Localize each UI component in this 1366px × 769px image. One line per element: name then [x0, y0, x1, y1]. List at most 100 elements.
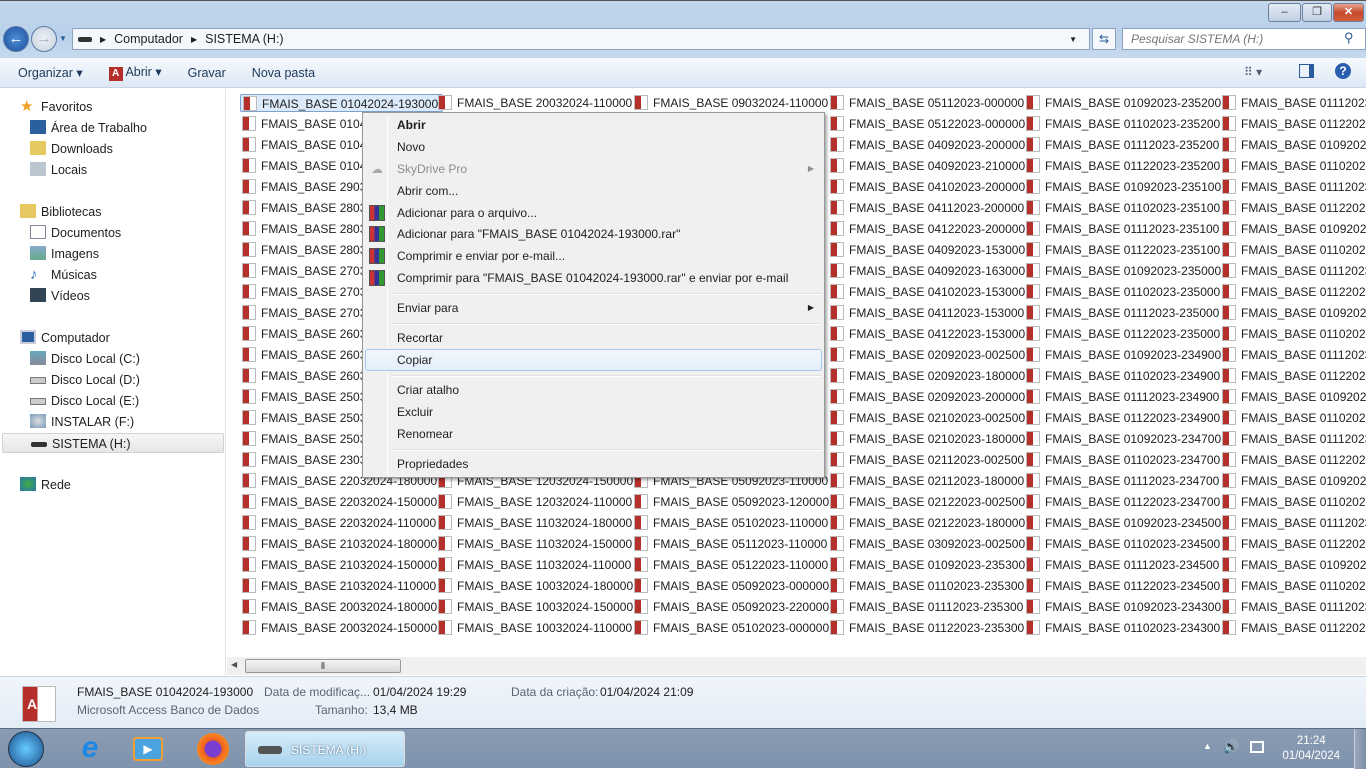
- sidebar-item-recent[interactable]: Locais: [30, 160, 87, 180]
- sidebar-item-drive-e[interactable]: Disco Local (E:): [30, 391, 139, 411]
- address-bar[interactable]: ▶ Computador ▶ SISTEMA (H:) ▼: [72, 28, 1090, 50]
- menu-item-delete[interactable]: Excluir: [365, 401, 822, 423]
- file-item[interactable]: FMAIS_BASE 01102023-: [1220, 409, 1366, 427]
- file-item[interactable]: FMAIS_BASE 01102023-235100: [1024, 199, 1224, 217]
- file-item[interactable]: FMAIS_BASE 01092023-: [1220, 556, 1366, 574]
- sidebar-item-desktop[interactable]: Área de Trabalho: [30, 118, 147, 138]
- file-item[interactable]: FMAIS_BASE 02112023-002500: [828, 451, 1028, 469]
- sidebar-item-drive-d[interactable]: Disco Local (D:): [30, 370, 140, 390]
- menu-item-rename[interactable]: Renomear: [365, 423, 822, 445]
- file-item[interactable]: FMAIS_BASE 03092023-002500: [828, 535, 1029, 553]
- file-item[interactable]: FMAIS_BASE 01092023-234300: [1024, 598, 1225, 616]
- file-item[interactable]: FMAIS_BASE 27032: [240, 262, 377, 280]
- file-item[interactable]: FMAIS_BASE 23032: [240, 451, 377, 469]
- file-item[interactable]: FMAIS_BASE 01092023-234900: [1024, 346, 1225, 364]
- media-player-icon[interactable]: ▶: [133, 737, 163, 761]
- sidebar-item-drive-f[interactable]: INSTALAR (F:): [30, 412, 134, 432]
- help-icon[interactable]: ?: [1335, 63, 1351, 79]
- file-item[interactable]: FMAIS_BASE 01122023-235200: [1024, 157, 1224, 175]
- file-item[interactable]: FMAIS_BASE 02092023-002500: [828, 346, 1029, 364]
- file-item[interactable]: FMAIS_BASE 20032024-180000: [240, 598, 441, 616]
- file-item[interactable]: FMAIS_BASE 01112023-: [1220, 262, 1366, 280]
- menu-item-add-rar[interactable]: Adicionar para "FMAIS_BASE 01042024-1930…: [365, 223, 822, 245]
- firefox-icon[interactable]: [197, 733, 229, 765]
- file-item[interactable]: FMAIS_BASE 01092023-235300: [828, 556, 1029, 574]
- file-item[interactable]: FMAIS_BASE 01102023-: [1220, 325, 1366, 343]
- file-item[interactable]: FMAIS_BASE 22032024-150000: [240, 493, 441, 511]
- file-item[interactable]: FMAIS_BASE 04092023-200000: [828, 136, 1029, 154]
- file-item[interactable]: FMAIS_BASE 01112023-234900: [1024, 388, 1223, 406]
- file-item[interactable]: FMAIS_BASE 01092023-234700: [1024, 430, 1225, 448]
- file-item[interactable]: FMAIS_BASE 01122023-: [1220, 619, 1366, 637]
- file-item[interactable]: FMAIS_BASE 10032024-150000: [436, 598, 637, 616]
- file-item[interactable]: FMAIS_BASE 25032: [240, 388, 377, 406]
- file-item[interactable]: FMAIS_BASE 04102023-200000: [828, 178, 1029, 196]
- menu-item-open-with[interactable]: Abrir com...: [365, 180, 822, 202]
- breadcrumb-sistema[interactable]: SISTEMA (H:): [205, 32, 283, 46]
- scroll-left-icon[interactable]: ◀: [231, 660, 237, 669]
- burn-button[interactable]: Gravar: [188, 66, 226, 80]
- file-item[interactable]: FMAIS_BASE 04102023-153000: [828, 283, 1029, 301]
- network-status-icon[interactable]: [1250, 741, 1264, 753]
- file-item[interactable]: FMAIS_BASE 05092023-220000: [632, 598, 833, 616]
- file-item[interactable]: FMAIS_BASE 05092023-000000: [632, 577, 833, 595]
- file-item[interactable]: FMAIS_BASE 01102023-: [1220, 157, 1366, 175]
- file-item[interactable]: FMAIS_BASE 04092023-153000: [828, 241, 1029, 259]
- file-item[interactable]: FMAIS_BASE 11032024-110000: [436, 556, 635, 574]
- menu-item-send-to[interactable]: Enviar para ▶: [365, 297, 822, 319]
- sidebar-libraries[interactable]: Bibliotecas: [20, 202, 101, 222]
- file-item[interactable]: FMAIS_BASE 01122023-234900: [1024, 409, 1224, 427]
- show-hidden-icons[interactable]: ▲: [1203, 741, 1212, 751]
- file-item[interactable]: FMAIS_BASE 01092023-: [1220, 220, 1366, 238]
- file-item[interactable]: FMAIS_BASE 22032024-110000: [240, 514, 440, 532]
- clock[interactable]: 21:24 01/04/2024: [1282, 734, 1340, 764]
- file-item[interactable]: FMAIS_BASE 10032024-180000: [436, 577, 637, 595]
- menu-item-copy[interactable]: Copiar: [365, 349, 822, 371]
- sidebar-item-videos[interactable]: Vídeos: [30, 286, 90, 306]
- file-item[interactable]: FMAIS_BASE 25032: [240, 430, 377, 448]
- file-item[interactable]: FMAIS_BASE 01102023-: [1220, 493, 1366, 511]
- file-item[interactable]: FMAIS_BASE 21032024-110000: [240, 577, 440, 595]
- menu-item-new[interactable]: Novo: [365, 136, 822, 158]
- file-item[interactable]: FMAIS_BASE 02122023-180000: [828, 514, 1029, 532]
- file-item[interactable]: FMAIS_BASE 04122023-153000: [828, 325, 1029, 343]
- sidebar-computer[interactable]: Computador: [20, 328, 110, 348]
- file-item[interactable]: FMAIS_BASE 01102023-234900: [1024, 367, 1224, 385]
- file-item[interactable]: FMAIS_BASE 27032: [240, 283, 377, 301]
- file-item[interactable]: FMAIS_BASE 26032: [240, 325, 377, 343]
- search-input[interactable]: Pesquisar SISTEMA (H:): [1122, 28, 1366, 50]
- file-item[interactable]: FMAIS_BASE 01102023-234500: [1024, 535, 1224, 553]
- file-item[interactable]: FMAIS_BASE 01112023-: [1220, 598, 1366, 616]
- file-item[interactable]: FMAIS_BASE 01122023-: [1220, 283, 1366, 301]
- file-item[interactable]: FMAIS_BASE 01092023-235100: [1024, 178, 1225, 196]
- file-item[interactable]: FMAIS_BASE 28032: [240, 199, 377, 217]
- file-item[interactable]: FMAIS_BASE 01122023-234500: [1024, 577, 1224, 595]
- file-item[interactable]: FMAIS_BASE 01102023-235200: [1024, 115, 1224, 133]
- menu-item-compress-email[interactable]: Comprimir e enviar por e-mail...: [365, 245, 822, 267]
- file-item[interactable]: FMAIS_BASE 27032: [240, 304, 377, 322]
- file-item[interactable]: FMAIS_BASE 01122023-: [1220, 451, 1366, 469]
- show-desktop-button[interactable]: [1354, 729, 1366, 769]
- file-item[interactable]: FMAIS_BASE 05122023-000000: [828, 115, 1029, 133]
- file-item[interactable]: FMAIS_BASE 01112023-235200: [1024, 136, 1223, 154]
- file-item[interactable]: FMAIS_BASE 02102023-002500: [828, 409, 1029, 427]
- view-options-icon[interactable]: ⠿ ▾: [1244, 65, 1262, 79]
- minimize-button[interactable]: –: [1268, 3, 1301, 22]
- menu-item-cut[interactable]: Recortar: [365, 327, 822, 349]
- file-item[interactable]: FMAIS_BASE 20032024-150000: [240, 619, 441, 637]
- menu-item-create-shortcut[interactable]: Criar atalho: [365, 379, 822, 401]
- file-item[interactable]: FMAIS_BASE 05092023-120000: [632, 493, 833, 511]
- file-item[interactable]: FMAIS_BASE 01092023-235000: [1024, 262, 1225, 280]
- taskbar-explorer-window[interactable]: SISTEMA (H:): [245, 731, 405, 767]
- file-item[interactable]: FMAIS_BASE 02102023-180000: [828, 430, 1029, 448]
- file-item[interactable]: FMAIS_BASE 01112023-: [1220, 178, 1366, 196]
- file-item[interactable]: FMAIS_BASE 05102023-110000: [632, 514, 832, 532]
- file-item[interactable]: FMAIS_BASE 28032: [240, 241, 377, 259]
- internet-explorer-icon[interactable]: e: [72, 731, 108, 767]
- file-item[interactable]: FMAIS_BASE 09032024-110000: [632, 94, 832, 112]
- file-item[interactable]: FMAIS_BASE 01092023-: [1220, 472, 1366, 490]
- file-item[interactable]: FMAIS_BASE 05102023-000000: [632, 619, 833, 637]
- address-dropdown-icon[interactable]: ▼: [1069, 35, 1077, 44]
- file-item[interactable]: FMAIS_BASE 12032024-110000: [436, 493, 636, 511]
- file-item[interactable]: FMAIS_BASE 01112023-: [1220, 514, 1366, 532]
